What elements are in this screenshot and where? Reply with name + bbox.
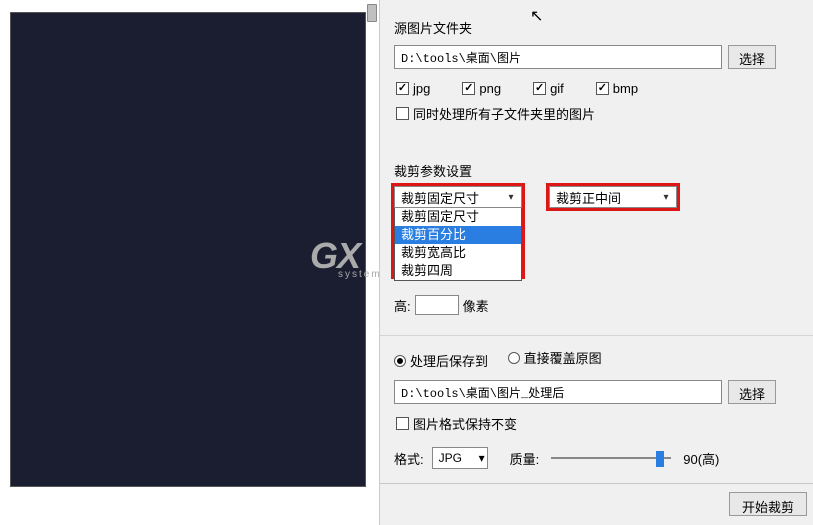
format-gif-label: gif [550, 81, 564, 96]
save-to-radio[interactable]: 处理后保存到 [394, 351, 488, 370]
format-value: JPG [439, 451, 462, 465]
crop-mode-option[interactable]: 裁剪百分比 [395, 226, 521, 244]
crop-position-value: 裁剪正中间 [556, 188, 621, 207]
browse-output-button[interactable]: 选择 [728, 380, 776, 404]
recurse-subfolders-checkbox[interactable]: 同时处理所有子文件夹里的图片 [396, 104, 595, 123]
format-bmp-label: bmp [613, 81, 638, 96]
crop-position-select[interactable]: 裁剪正中间 ▾ [549, 186, 677, 208]
settings-pane: 源图片文件夹 选择 jpg png gif bmp 同时处理所有子文件夹里的图片… [380, 0, 813, 525]
crop-mode-option[interactable]: 裁剪四周 [395, 262, 521, 280]
overwrite-label: 直接覆盖原图 [524, 348, 602, 367]
format-bmp-checkbox[interactable]: bmp [596, 81, 638, 96]
image-preview [10, 12, 366, 487]
crop-mode-dropdown: 裁剪固定尺寸 裁剪百分比 裁剪宽高比 裁剪四周 [394, 208, 522, 281]
crop-mode-select[interactable]: 裁剪固定尺寸 ▾ [394, 186, 522, 208]
format-png-checkbox[interactable]: png [462, 81, 501, 96]
start-crop-button[interactable]: 开始裁剪 [729, 492, 807, 516]
chevron-down-icon: ▾ [658, 192, 674, 203]
keep-format-checkbox[interactable]: 图片格式保持不变 [396, 414, 517, 433]
preview-pane [0, 0, 380, 525]
scrollbar-thumb[interactable] [367, 4, 377, 22]
save-to-label: 处理后保存到 [410, 351, 488, 370]
format-png-label: png [479, 81, 501, 96]
source-folder-label: 源图片文件夹 [394, 18, 803, 37]
height-input[interactable] [415, 295, 459, 315]
output-path-input[interactable] [394, 380, 722, 404]
format-jpg-label: jpg [413, 81, 430, 96]
format-select[interactable]: JPG ▾ [432, 447, 488, 469]
quality-label: 质量: [510, 449, 540, 468]
overwrite-radio[interactable]: 直接覆盖原图 [508, 348, 602, 367]
format-jpg-checkbox[interactable]: jpg [396, 81, 430, 96]
recurse-label: 同时处理所有子文件夹里的图片 [413, 104, 595, 123]
slider-thumb[interactable] [656, 451, 664, 467]
crop-mode-option[interactable]: 裁剪固定尺寸 [395, 208, 521, 226]
quality-slider[interactable] [551, 449, 671, 467]
crop-params-label: 裁剪参数设置 [394, 161, 803, 180]
keep-format-label: 图片格式保持不变 [413, 414, 517, 433]
format-label: 格式: [394, 449, 424, 468]
source-path-input[interactable] [394, 45, 722, 69]
chevron-down-icon: ▾ [503, 192, 519, 203]
crop-mode-option[interactable]: 裁剪宽高比 [395, 244, 521, 262]
browse-source-button[interactable]: 选择 [728, 45, 776, 69]
height-unit: 像素 [463, 296, 489, 315]
height-label: 高: [394, 296, 411, 315]
quality-value: 90(高) [683, 449, 719, 468]
chevron-down-icon: ▾ [479, 451, 485, 465]
format-gif-checkbox[interactable]: gif [533, 81, 564, 96]
divider [380, 335, 813, 336]
crop-mode-value: 裁剪固定尺寸 [401, 188, 479, 207]
